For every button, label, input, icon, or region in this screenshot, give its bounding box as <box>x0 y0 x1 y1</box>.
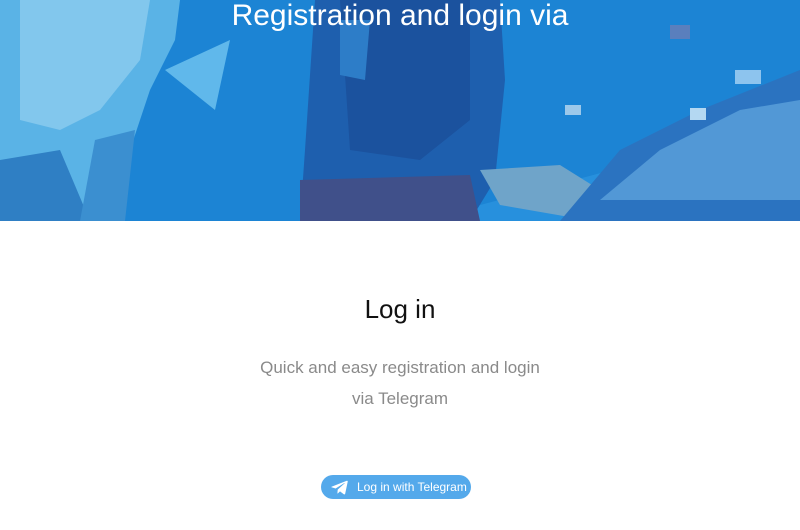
telegram-button-label: Log in with Telegram <box>357 480 467 494</box>
login-heading: Log in <box>364 294 436 324</box>
login-with-telegram-button[interactable]: Log in with Telegram <box>321 475 471 499</box>
login-description-line-1: Quick and easy registration and login <box>260 358 540 377</box>
login-description-line-2: via Telegram <box>351 389 449 408</box>
banner-title: Registration and login via <box>231 0 569 32</box>
telegram-paper-plane-icon <box>331 480 348 495</box>
hero-banner: Registration and login via <box>0 0 800 221</box>
login-description: Quick and easy registration and login vi… <box>240 352 560 414</box>
